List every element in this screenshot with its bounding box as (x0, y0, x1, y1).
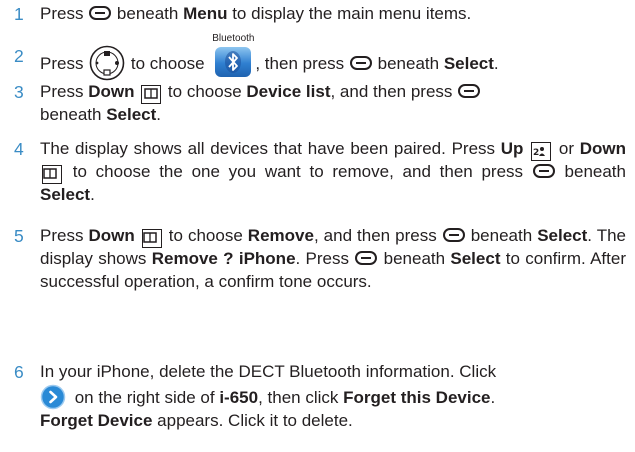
up-key-icon: 2 (531, 142, 552, 161)
step-number: 1 (14, 4, 24, 24)
bluetooth-icon (215, 47, 252, 77)
softkey-icon (532, 164, 555, 178)
info-arrow-icon (40, 384, 66, 409)
down-key-icon (42, 165, 62, 184)
down-key-icon (141, 229, 162, 248)
step-number: 6 (14, 362, 24, 382)
step-text: Press Down to choose Remove, and then pr… (40, 226, 626, 291)
down-key-icon (141, 85, 162, 104)
step-text: Press Down to choose Device list, and th… (40, 81, 626, 127)
step-number: 4 (14, 139, 24, 159)
svg-text:2: 2 (533, 148, 539, 157)
softkey-icon (458, 84, 481, 98)
step-text: The display shows all devices that have … (40, 139, 626, 204)
step-number: 5 (14, 226, 24, 246)
instruction-page: 1 Press beneath Menu to display the main… (0, 0, 635, 452)
bluetooth-icon-label: Bluetooth (212, 33, 255, 44)
softkey-icon (442, 228, 465, 242)
step-number: 2 (14, 46, 24, 66)
step-text: In your iPhone, delete the DECT Bluetoot… (40, 362, 497, 430)
step-text: Press to choose Bluetooth , then press b… (40, 33, 626, 81)
step-text: Press beneath Menu to display the main m… (40, 4, 472, 23)
softkey-icon (355, 251, 378, 265)
navigation-pad-icon (89, 45, 125, 81)
bluetooth-menu-icon: Bluetooth (212, 33, 254, 77)
step-number: 3 (14, 82, 24, 102)
softkey-icon (89, 6, 112, 20)
softkey-icon (349, 56, 372, 70)
